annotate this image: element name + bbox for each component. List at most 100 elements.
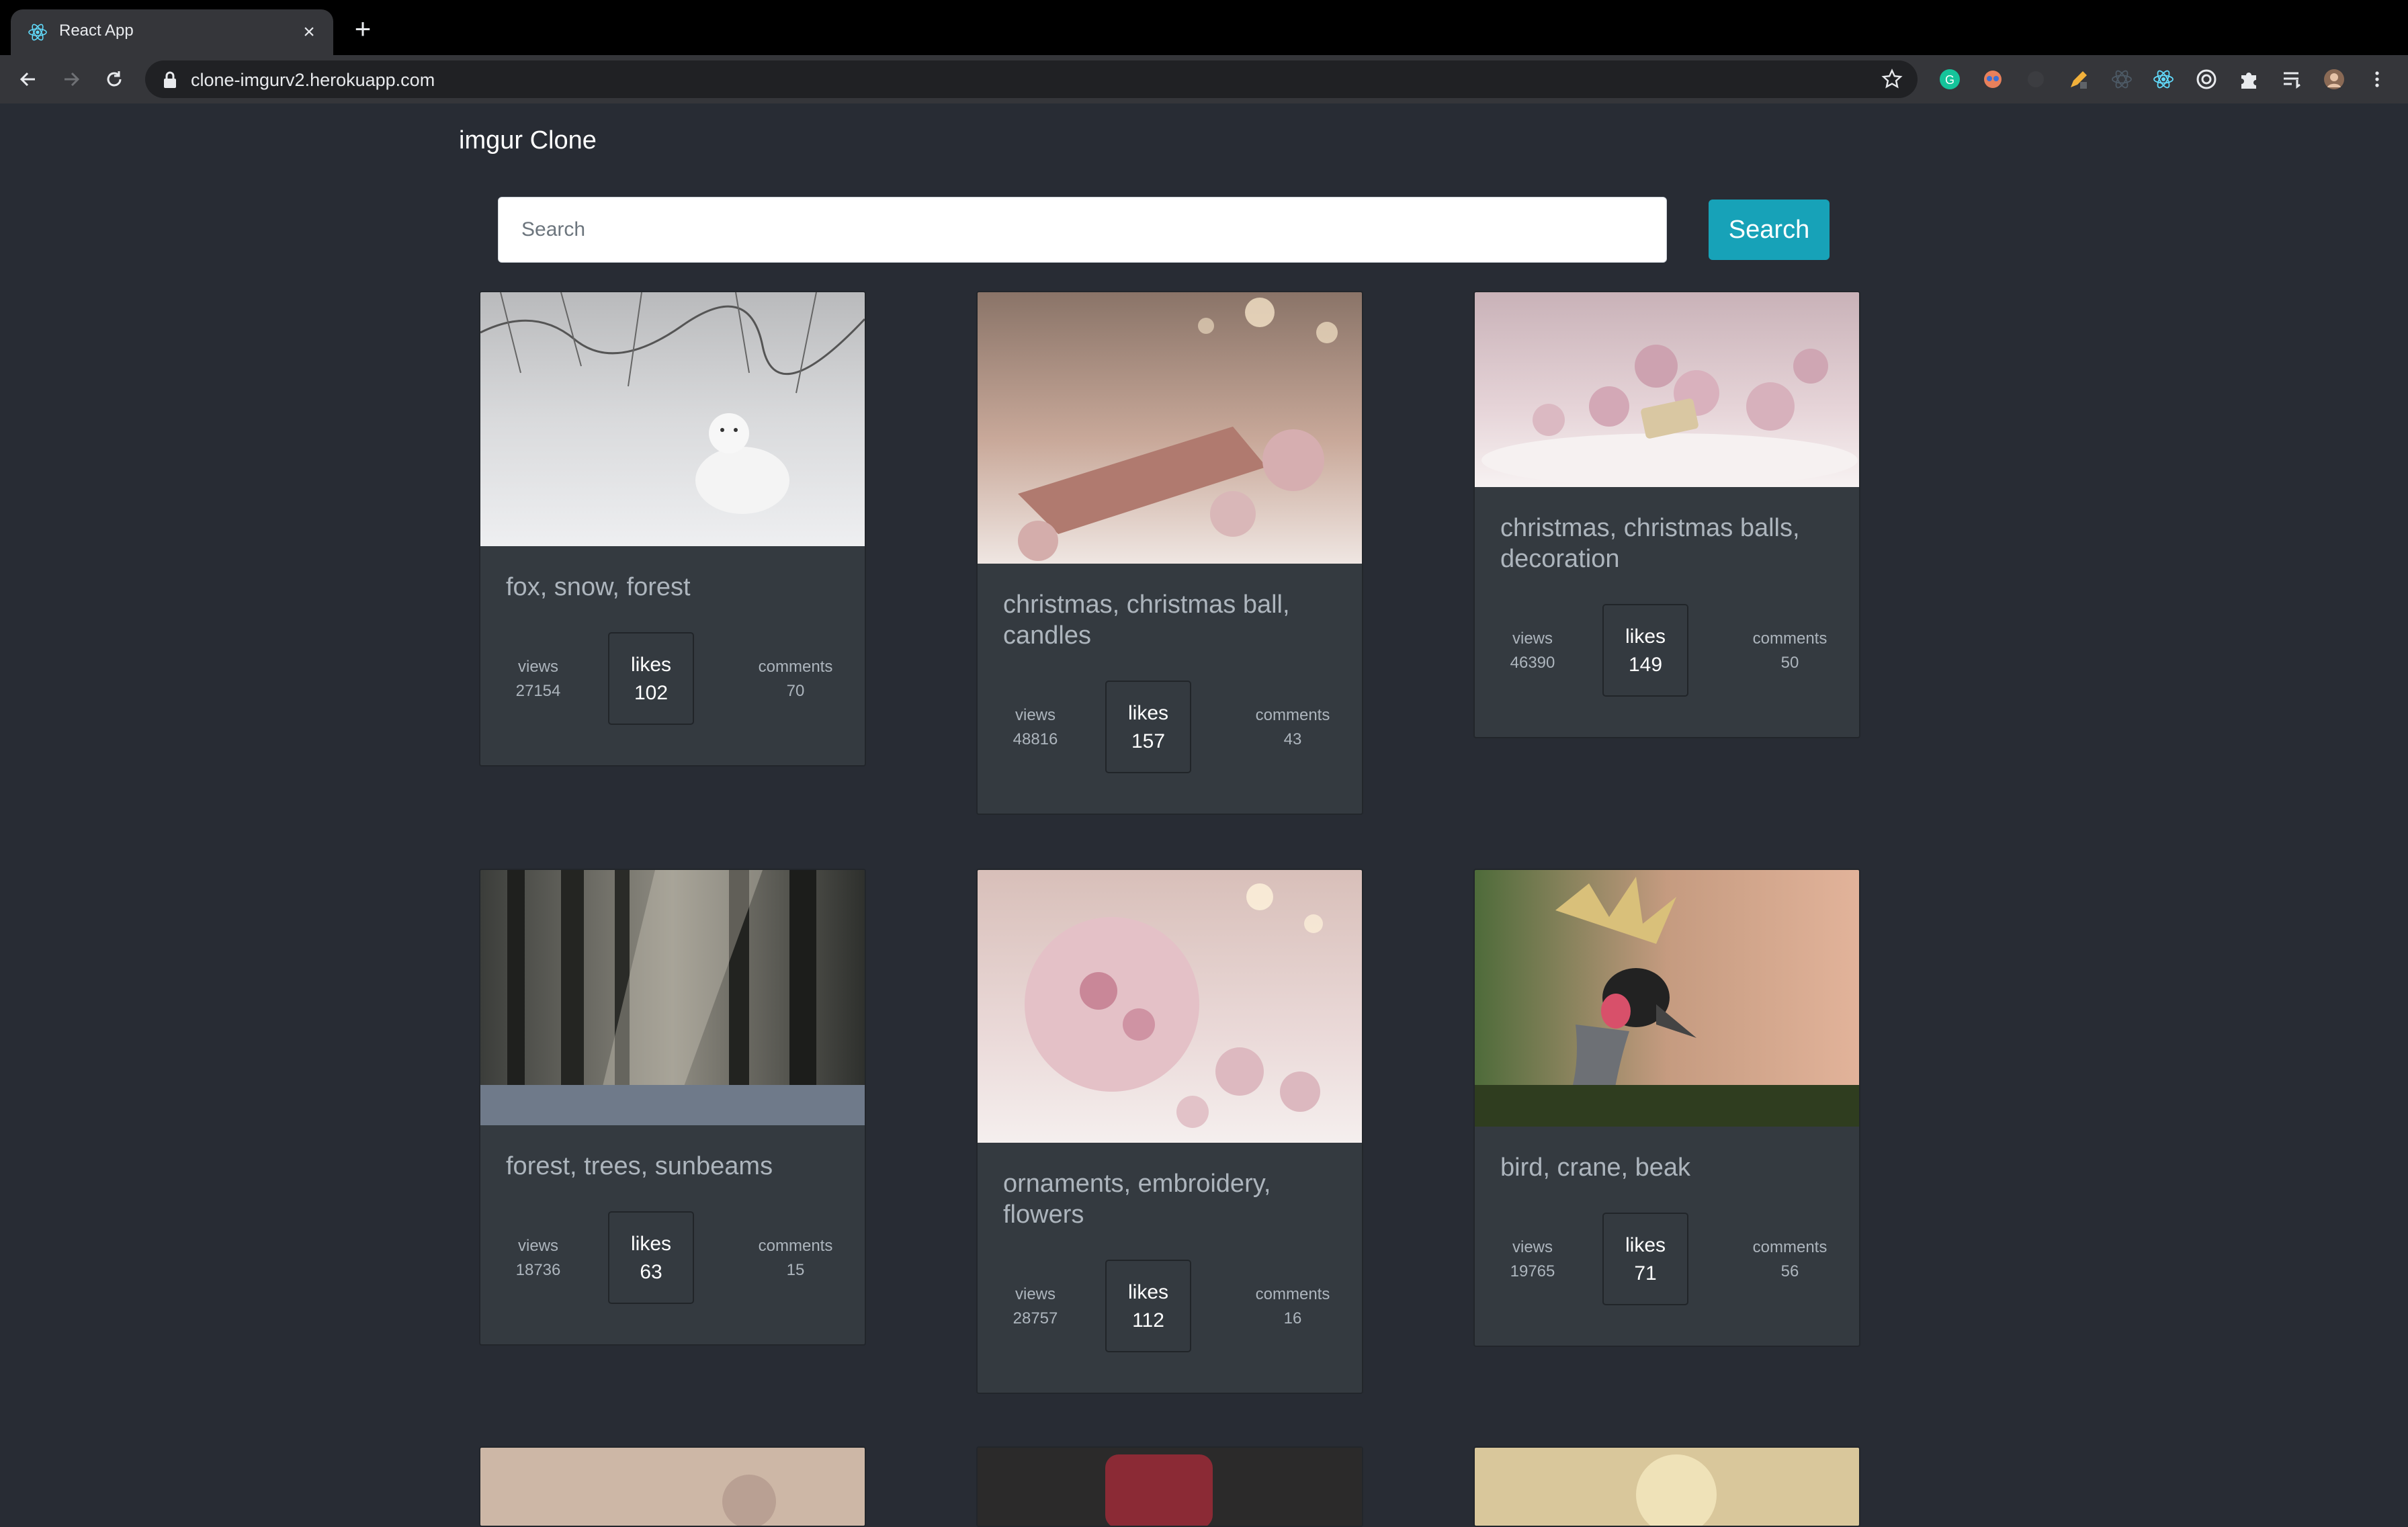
card-stats: views 48816 likes 157 comments 43 bbox=[978, 681, 1362, 776]
likes-button[interactable]: likes 63 bbox=[608, 1211, 694, 1304]
likes-button[interactable]: likes 71 bbox=[1602, 1213, 1688, 1305]
image-card[interactable]: christmas, christmas balls, decoration v… bbox=[1473, 291, 1860, 738]
comments-count: 70 bbox=[786, 682, 805, 700]
lock-icon bbox=[164, 71, 176, 88]
card-image-crowned-crane[interactable] bbox=[1475, 870, 1859, 1127]
likes-button[interactable]: likes 149 bbox=[1602, 604, 1688, 697]
image-card[interactable]: ornaments, embroidery, flowers views 287… bbox=[976, 869, 1363, 1394]
comments-count: 43 bbox=[1283, 730, 1302, 748]
react-devtools-inactive-icon[interactable] bbox=[2110, 67, 2134, 91]
card-image-ornaments-embroidery[interactable] bbox=[978, 870, 1362, 1143]
comments-label: comments bbox=[758, 1237, 833, 1255]
card-image-forest-sunbeams[interactable] bbox=[480, 870, 865, 1125]
profile-avatar-icon[interactable] bbox=[2322, 67, 2346, 91]
likes-label: likes bbox=[630, 1233, 671, 1255]
card-stats: views 19765 likes 71 comments 56 bbox=[1475, 1213, 1859, 1308]
likes-count: 71 bbox=[1634, 1262, 1657, 1284]
views-label: views bbox=[1015, 1285, 1056, 1303]
card-image-partial[interactable] bbox=[480, 1448, 865, 1527]
comments-count: 16 bbox=[1283, 1309, 1302, 1327]
card-title: fox, snow, forest bbox=[506, 573, 691, 601]
extension-dark-icon[interactable] bbox=[2024, 67, 2048, 91]
card-image-christmas-candles[interactable] bbox=[978, 292, 1362, 564]
comments-label: comments bbox=[1255, 706, 1330, 724]
comments-stat: comments 50 bbox=[1746, 627, 1834, 675]
likes-count: 112 bbox=[1132, 1309, 1164, 1332]
browser-tab-strip: React App × + bbox=[0, 0, 2408, 55]
views-label: views bbox=[1015, 706, 1056, 724]
browser-toolbar: clone-imgurv2.herokuapp.com G bbox=[0, 55, 2408, 103]
image-card[interactable]: forest, trees, sunbeams views 18736 like… bbox=[479, 869, 866, 1346]
app-title: imgur Clone bbox=[459, 126, 597, 155]
reload-icon[interactable] bbox=[102, 67, 126, 91]
card-title: ornaments, embroidery, flowers bbox=[1003, 1170, 1271, 1229]
pen-icon[interactable] bbox=[2067, 67, 2091, 91]
card-image-fox-snow[interactable] bbox=[480, 292, 865, 546]
card-image-partial[interactable] bbox=[978, 1448, 1362, 1527]
likes-label: likes bbox=[1625, 1234, 1666, 1256]
likes-count: 149 bbox=[1628, 654, 1663, 676]
card-title: bird, crane, beak bbox=[1500, 1153, 1691, 1182]
likes-count: 157 bbox=[1131, 730, 1166, 752]
views-stat: views 19765 bbox=[1500, 1235, 1565, 1284]
image-card-partial[interactable] bbox=[976, 1446, 1363, 1527]
comments-count: 56 bbox=[1780, 1262, 1799, 1280]
card-stats: views 28757 likes 112 comments 16 bbox=[978, 1260, 1362, 1355]
card-image-partial[interactable] bbox=[1475, 1448, 1859, 1527]
likes-button[interactable]: likes 102 bbox=[608, 632, 694, 725]
app-page: imgur Clone Search fox, snow, forest vie… bbox=[0, 103, 2408, 1527]
card-image-christmas-balls[interactable] bbox=[1475, 292, 1859, 487]
card-stats: views 27154 likes 102 comments 70 bbox=[480, 632, 865, 728]
views-label: views bbox=[1512, 629, 1553, 648]
search-button[interactable]: Search bbox=[1709, 200, 1830, 260]
image-card[interactable]: fox, snow, forest views 27154 likes 102 … bbox=[479, 291, 866, 767]
likes-button[interactable]: likes 157 bbox=[1105, 681, 1191, 773]
tab-title: React App bbox=[59, 21, 134, 40]
card-title: christmas, christmas ball, candles bbox=[1003, 591, 1290, 650]
bookmark-star-icon[interactable] bbox=[1881, 69, 1903, 90]
card-title: forest, trees, sunbeams bbox=[506, 1152, 773, 1180]
react-icon bbox=[28, 24, 47, 41]
image-card[interactable]: bird, crane, beak views 19765 likes 71 c… bbox=[1473, 869, 1860, 1347]
svg-text:G: G bbox=[1945, 73, 1954, 87]
comments-count: 15 bbox=[786, 1261, 805, 1279]
new-tab-icon[interactable]: + bbox=[351, 15, 375, 43]
forward-arrow-icon[interactable] bbox=[59, 67, 83, 91]
browser-menu-icon[interactable] bbox=[2365, 67, 2389, 91]
puzzle-extensions-icon[interactable] bbox=[2237, 67, 2262, 91]
comments-stat: comments 56 bbox=[1746, 1235, 1834, 1284]
views-count: 27154 bbox=[515, 682, 561, 700]
back-arrow-icon[interactable] bbox=[16, 67, 40, 91]
likes-label: likes bbox=[1127, 1281, 1168, 1303]
image-card-partial[interactable] bbox=[1473, 1446, 1860, 1527]
likes-count: 63 bbox=[640, 1261, 662, 1283]
address-bar[interactable]: clone-imgurv2.herokuapp.com bbox=[145, 60, 1918, 98]
image-card[interactable]: christmas, christmas ball, candles views… bbox=[976, 291, 1363, 815]
target-icon[interactable] bbox=[2194, 67, 2219, 91]
views-stat: views 27154 bbox=[506, 655, 570, 703]
comments-stat: comments 15 bbox=[752, 1234, 839, 1282]
react-devtools-icon[interactable] bbox=[2151, 67, 2176, 91]
likes-button[interactable]: likes 112 bbox=[1105, 1260, 1191, 1352]
comments-stat: comments 70 bbox=[752, 655, 839, 703]
reading-list-icon[interactable] bbox=[2280, 67, 2305, 91]
comments-count: 50 bbox=[1780, 654, 1799, 672]
views-count: 19765 bbox=[1510, 1262, 1555, 1280]
comments-stat: comments 43 bbox=[1249, 703, 1336, 752]
extension-glasses-icon[interactable] bbox=[1981, 67, 2005, 91]
grammarly-icon[interactable]: G bbox=[1938, 67, 1962, 91]
views-label: views bbox=[517, 658, 558, 676]
close-tab-icon[interactable]: × bbox=[297, 20, 321, 44]
views-stat: views 18736 bbox=[506, 1234, 570, 1282]
views-count: 18736 bbox=[515, 1261, 561, 1279]
comments-label: comments bbox=[1752, 1238, 1828, 1256]
browser-tab[interactable]: React App × bbox=[11, 9, 333, 55]
views-count: 48816 bbox=[1013, 730, 1058, 748]
card-title: christmas, christmas balls, decoration bbox=[1500, 514, 1800, 573]
search-input[interactable] bbox=[498, 197, 1667, 263]
card-stats: views 46390 likes 149 comments 50 bbox=[1475, 604, 1859, 699]
likes-label: likes bbox=[1625, 625, 1666, 648]
views-count: 28757 bbox=[1013, 1309, 1058, 1327]
comments-label: comments bbox=[1255, 1285, 1330, 1303]
image-card-partial[interactable] bbox=[479, 1446, 866, 1527]
